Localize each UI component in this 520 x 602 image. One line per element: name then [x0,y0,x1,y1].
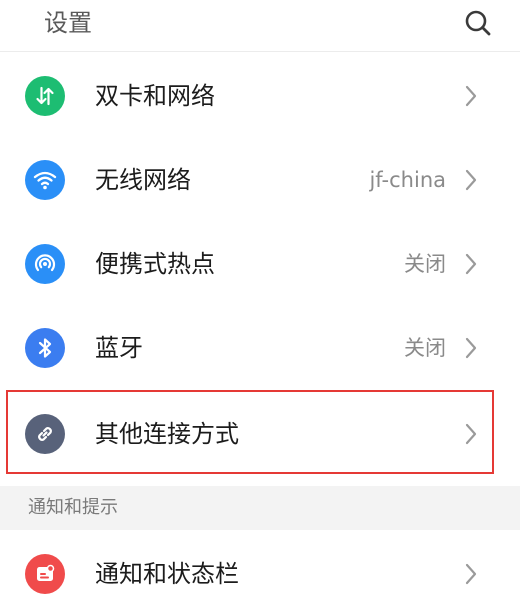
wifi-network-name: jf-china [369,168,446,192]
hotspot-icon [25,244,65,284]
settings-item-dual-sim[interactable]: 双卡和网络 [0,54,520,138]
chevron-right-icon [462,561,480,587]
settings-item-wifi[interactable]: 无线网络 jf-china [0,138,520,222]
wifi-icon [25,160,65,200]
settings-item-label: 无线网络 [95,166,191,194]
settings-item-label: 其他连接方式 [95,420,239,448]
app-header: 设置 [0,0,520,52]
settings-item-notifications[interactable]: 通知和状态栏 [0,532,520,602]
bluetooth-icon [25,328,65,368]
search-icon [465,10,491,36]
chevron-right-icon [462,335,480,361]
bluetooth-status: 关闭 [404,336,446,360]
settings-item-label: 双卡和网络 [95,82,215,110]
section-header: 通知和提示 [0,486,520,530]
settings-item-label: 便携式热点 [95,250,215,278]
link-icon [25,414,65,454]
chevron-right-icon [462,83,480,109]
chevron-right-icon [462,251,480,277]
settings-item-bluetooth[interactable]: 蓝牙 关闭 [0,306,520,390]
section-title: 通知和提示 [28,497,118,518]
hotspot-status: 关闭 [404,252,446,276]
chevron-right-icon [462,167,480,193]
search-button[interactable] [461,6,495,40]
notification-icon [25,554,65,594]
dual-sim-network-icon [25,76,65,116]
page-title: 设置 [44,9,92,37]
settings-item-other-connections[interactable]: 其他连接方式 [0,392,520,476]
settings-item-label: 蓝牙 [95,334,143,362]
settings-item-hotspot[interactable]: 便携式热点 关闭 [0,222,520,306]
chevron-right-icon [462,421,480,447]
settings-item-label: 通知和状态栏 [95,560,239,588]
